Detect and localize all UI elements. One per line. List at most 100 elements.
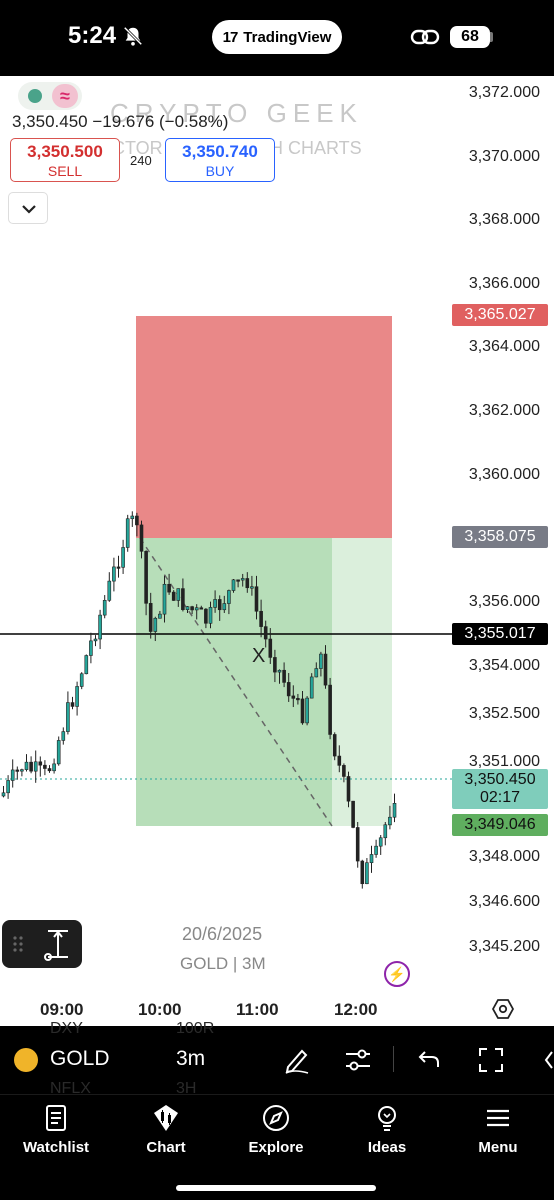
- price-axis-label: 3,370.000: [468, 148, 540, 165]
- nav-chart-label: Chart: [146, 1139, 186, 1156]
- candle-body: [148, 603, 153, 632]
- last-price-value: 3,350.450: [464, 771, 536, 788]
- buy-button[interactable]: 3,350.740 BUY: [165, 138, 275, 182]
- interval-selector[interactable]: 3m: [176, 1047, 205, 1071]
- candle-body: [319, 653, 323, 669]
- candle-body: [296, 698, 300, 701]
- candle-body: [84, 655, 89, 675]
- candle-body: [171, 591, 176, 601]
- price-axis-label: 3,352.500: [468, 705, 540, 722]
- chart-settings-icon[interactable]: [492, 998, 514, 1020]
- candle-body: [388, 816, 392, 826]
- lightbulb-icon: [378, 1106, 396, 1131]
- candle-body: [314, 668, 319, 678]
- nav-ideas[interactable]: Ideas: [337, 1103, 437, 1156]
- candle-body: [286, 682, 291, 697]
- chart-candles-icon: [154, 1105, 178, 1131]
- candle-body: [300, 698, 305, 724]
- drag-handle-icon: [13, 930, 68, 961]
- watchlist-icon: [46, 1105, 66, 1131]
- candle-body: [158, 613, 162, 619]
- price-axis-label: 3,346.600: [468, 893, 540, 910]
- nav-explore[interactable]: Explore: [226, 1103, 326, 1156]
- candle-body: [277, 669, 282, 673]
- tradingview-pill-label: TradingView: [243, 28, 332, 46]
- lightning-icon[interactable]: ⚡: [384, 961, 410, 987]
- candle-body: [263, 626, 268, 640]
- entry-price-tag: 3,358.075: [452, 526, 548, 548]
- buy-price: 3,350.740: [182, 142, 258, 161]
- candle-body: [29, 761, 33, 772]
- candle-body: [176, 588, 181, 601]
- price-axis-label: 3,368.000: [468, 211, 540, 228]
- drawing-pen-icon[interactable]: [282, 1045, 312, 1075]
- candle-body: [162, 583, 167, 615]
- price-axis-label: 3,348.000: [468, 848, 540, 865]
- buy-label: BUY: [205, 163, 235, 179]
- candle-body: [250, 586, 254, 589]
- sell-label: SELL: [47, 163, 83, 179]
- time-axis-label: 12:00: [334, 1000, 378, 1019]
- compass-icon: [263, 1105, 289, 1131]
- candle-body: [24, 761, 29, 770]
- ghost-watchlist-symbol: DXY: [50, 1020, 83, 1037]
- candle-body: [107, 580, 112, 601]
- link-icon: [410, 29, 440, 45]
- candle-body: [10, 769, 15, 781]
- candle-body: [93, 638, 98, 642]
- stop-loss-price-tag: 3,365.027: [452, 304, 548, 326]
- chart-date-label: 20/6/2025: [182, 924, 263, 944]
- candle-body: [98, 614, 102, 640]
- undo-icon[interactable]: [414, 1045, 444, 1075]
- indicator-legend-toggle[interactable]: ≈: [18, 82, 82, 110]
- candle-body: [328, 684, 332, 735]
- price-axis-label: 3,345.200: [468, 938, 540, 955]
- candle-body: [273, 657, 277, 673]
- candle-body: [323, 653, 328, 686]
- candle-body: [153, 617, 158, 632]
- status-time: 5:24: [68, 22, 117, 49]
- status-dot-icon: [28, 89, 42, 103]
- candle-body: [190, 606, 194, 611]
- nav-watchlist[interactable]: Watchlist: [6, 1103, 106, 1156]
- price-axis-label: 3,372.000: [468, 84, 540, 101]
- candle-body: [355, 827, 360, 862]
- symbol-selector[interactable]: GOLD: [50, 1047, 110, 1071]
- candle-body: [332, 734, 337, 757]
- fullscreen-icon[interactable]: [476, 1045, 506, 1075]
- chart-area[interactable]: X CRYPTO GEEK CTOR H CHARTS ≈ 3,350.450 …: [0, 76, 554, 1026]
- indicators-sliders-icon[interactable]: [343, 1045, 373, 1075]
- chevron-down-icon: [22, 205, 36, 214]
- chart-toolbar: DXY 100R NFLX 3H GOLD 3m: [0, 1020, 554, 1097]
- tradingview-pill[interactable]: 17 TradingView: [212, 20, 342, 54]
- ohlc-readout: 3,350.450 −19.676 (−0.58%): [12, 112, 229, 131]
- candle-body: [89, 640, 93, 656]
- candle-body: [342, 765, 346, 777]
- candle-body: [291, 695, 296, 699]
- candle-body: [6, 780, 10, 794]
- candle-body: [374, 845, 378, 855]
- nav-menu-label: Menu: [478, 1139, 518, 1156]
- take-profit-price-tag: 3,349.046: [452, 814, 548, 836]
- collapse-legend-button[interactable]: [8, 192, 48, 224]
- candle-body: [112, 566, 116, 582]
- status-bar: 5:24 17 TradingView 68: [0, 0, 554, 76]
- bell-muted-icon: [123, 26, 143, 46]
- last-price-tag: 3,350.450 02:17: [452, 769, 548, 809]
- measure-tool-button[interactable]: [2, 920, 82, 968]
- bottom-navigation: Watchlist Chart Explore Ideas Menu: [0, 1094, 554, 1200]
- candle-body: [259, 610, 263, 627]
- hamburger-menu-icon: [487, 1109, 509, 1127]
- wave-icon[interactable]: ≈: [52, 84, 78, 108]
- nav-ideas-label: Ideas: [367, 1139, 407, 1156]
- sell-button[interactable]: 3,350.500 SELL: [10, 138, 120, 182]
- candle-body: [199, 607, 204, 610]
- toolbar-divider: [393, 1046, 394, 1072]
- tradingview-logo-icon: 17: [222, 28, 239, 46]
- more-tools-icon[interactable]: [538, 1045, 554, 1075]
- price-axis-label: 3,356.000: [468, 593, 540, 610]
- time-axis-label: 11:00: [236, 1000, 279, 1019]
- nav-chart[interactable]: Chart: [116, 1103, 216, 1156]
- nav-menu[interactable]: Menu: [448, 1103, 548, 1156]
- candle-body: [282, 669, 286, 683]
